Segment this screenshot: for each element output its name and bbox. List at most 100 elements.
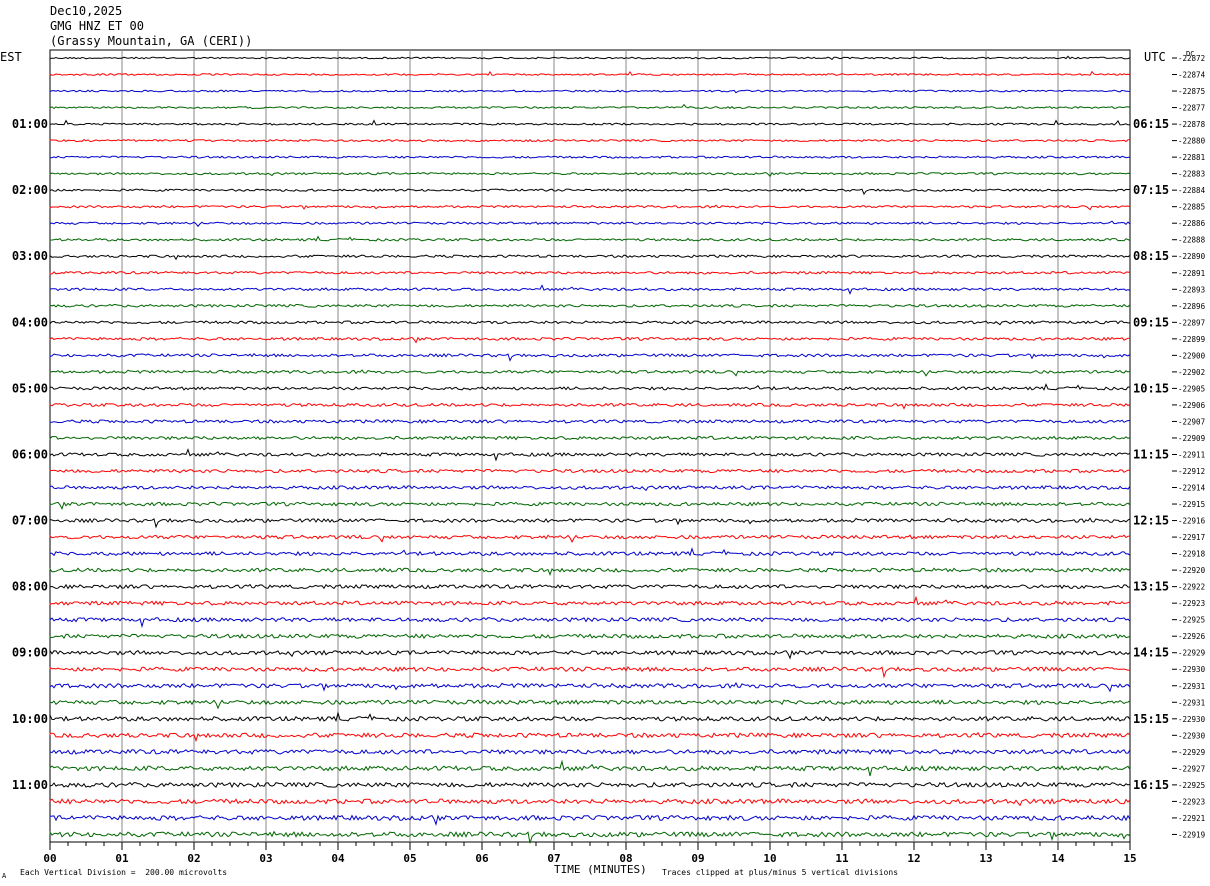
seismic-trace	[49, 138, 1130, 143]
left-hour-label: 08:00	[12, 580, 48, 594]
seismic-trace	[49, 797, 1131, 807]
trace-dc-value: -22888	[1178, 236, 1206, 245]
trace-dc-value: -22911	[1178, 450, 1205, 459]
seismic-trace	[49, 204, 1131, 211]
trace-dc-value: -22923	[1178, 599, 1205, 608]
x-tick-label: 01	[115, 852, 129, 865]
seismic-trace	[49, 681, 1131, 693]
trace-dc-value: -22930	[1178, 665, 1206, 674]
left-hour-label: 10:00	[12, 712, 48, 726]
right-hour-label: 07:15	[1133, 183, 1169, 197]
seismic-trace	[49, 70, 1131, 76]
trace-dc-value: -22877	[1178, 104, 1205, 113]
left-hour-label: 06:00	[12, 447, 48, 461]
x-axis-title: TIME (MINUTES)	[554, 863, 647, 876]
seismic-trace	[49, 517, 1131, 529]
x-tick-label: 02	[187, 852, 200, 865]
seismic-trace	[49, 468, 1131, 474]
seismic-trace	[49, 55, 1131, 61]
trace-dc-value: -22929	[1178, 649, 1205, 658]
seismic-trace	[49, 711, 1131, 723]
seismic-trace	[49, 369, 1131, 377]
clip-note: Traces clipped at plus/minus 5 vertical …	[662, 868, 899, 877]
trace-dc-value: -22885	[1178, 203, 1205, 212]
trace-dc-value: -22914	[1178, 484, 1206, 493]
x-tick-label: 00	[43, 852, 56, 865]
x-tick-label: 03	[259, 852, 272, 865]
trace-dc-value: -22912	[1178, 467, 1205, 476]
trace-dc-value: -22878	[1178, 120, 1206, 129]
seismic-trace	[49, 284, 1131, 295]
x-tick-label: 05	[403, 852, 416, 865]
seismic-trace	[49, 220, 1131, 228]
seismic-trace	[49, 171, 1131, 178]
left-hour-label: 04:00	[12, 315, 48, 329]
helicorder-plot: 00 01 02 03 04 05 06 07 08 09 10 11 12 13 14 15-22872-2…	[12, 49, 1206, 865]
seismic-trace	[49, 419, 1131, 424]
left-hour-label: 07:00	[12, 514, 48, 528]
x-tick-label: 11	[835, 852, 849, 865]
seismic-trace	[49, 633, 1131, 640]
seismic-trace	[49, 402, 1131, 410]
trace-dc-value: -22890	[1178, 252, 1206, 261]
seismic-trace	[49, 781, 1131, 789]
seismic-trace	[49, 188, 1131, 196]
right-hour-label: 06:15	[1133, 117, 1169, 131]
seismic-trace	[49, 155, 1131, 159]
trace-dc-value: -22909	[1178, 434, 1205, 443]
seismic-trace	[49, 665, 1130, 679]
seismic-trace	[49, 759, 1131, 777]
trace-dc-value: -22916	[1178, 517, 1206, 526]
seismic-traces	[49, 55, 1131, 844]
trace-dc-value: -22891	[1178, 269, 1205, 278]
left-hour-label: 05:00	[12, 381, 48, 395]
trace-dc-value: -22922	[1178, 583, 1205, 592]
trace-dc-value: -22899	[1178, 335, 1205, 344]
trace-dc-value: -22923	[1178, 797, 1205, 806]
seismic-trace	[49, 119, 1131, 126]
trace-dc-value: -22900	[1178, 351, 1206, 360]
right-hour-label: 10:15	[1133, 381, 1169, 395]
minute-gridlines	[49, 49, 1131, 850]
trace-dc-value: -22902	[1178, 368, 1205, 377]
seismic-trace	[49, 383, 1131, 391]
seismic-trace	[49, 235, 1131, 242]
x-tick-label: 14	[1051, 852, 1065, 865]
plot-frame	[49, 49, 1131, 843]
seismic-trace	[49, 336, 1131, 344]
scale-note: Each Vertical Division = 200.00 microvol…	[20, 868, 228, 877]
trace-dc-value: -22886	[1178, 219, 1206, 228]
right-hour-label: 09:15	[1133, 315, 1169, 329]
trace-dc-value: -22881	[1178, 153, 1205, 162]
seismic-trace	[49, 547, 1131, 557]
seismic-trace	[49, 303, 1131, 308]
trace-dc-value: -22875	[1178, 87, 1205, 96]
seismic-trace	[49, 435, 1131, 441]
trace-dc-value: -22915	[1178, 500, 1205, 509]
seismic-trace	[49, 270, 1131, 275]
trace-dc-value: -22893	[1178, 285, 1205, 294]
x-tick-label: 15	[1123, 852, 1136, 865]
right-hour-label: 14:15	[1133, 646, 1169, 660]
seismic-trace	[49, 616, 1131, 629]
trace-dc-value: -22927	[1178, 764, 1205, 773]
trace-dc-value: -22917	[1178, 533, 1205, 542]
trace-dc-value: -22907	[1178, 417, 1205, 426]
trace-dc-value: -22897	[1178, 318, 1205, 327]
seismic-trace	[49, 699, 1131, 710]
trace-dc-value: -22880	[1178, 137, 1206, 146]
trace-dc-value: -22921	[1178, 814, 1205, 823]
x-tick-label: 04	[331, 852, 345, 865]
trace-dc-value: -22874	[1178, 71, 1206, 80]
trace-dc-value: -22896	[1178, 302, 1206, 311]
x-tick-label: 06	[475, 852, 489, 865]
seismic-trace	[49, 484, 1131, 492]
seismic-trace	[49, 352, 1131, 362]
right-hour-label: 11:15	[1133, 447, 1169, 461]
seismic-trace	[49, 254, 1131, 261]
seismic-trace	[49, 731, 1131, 743]
seismic-trace	[49, 567, 1131, 577]
trace-dc-value: -22884	[1178, 186, 1206, 195]
left-hour-label: 11:00	[12, 778, 48, 792]
trace-dc-value: -22918	[1178, 550, 1206, 559]
